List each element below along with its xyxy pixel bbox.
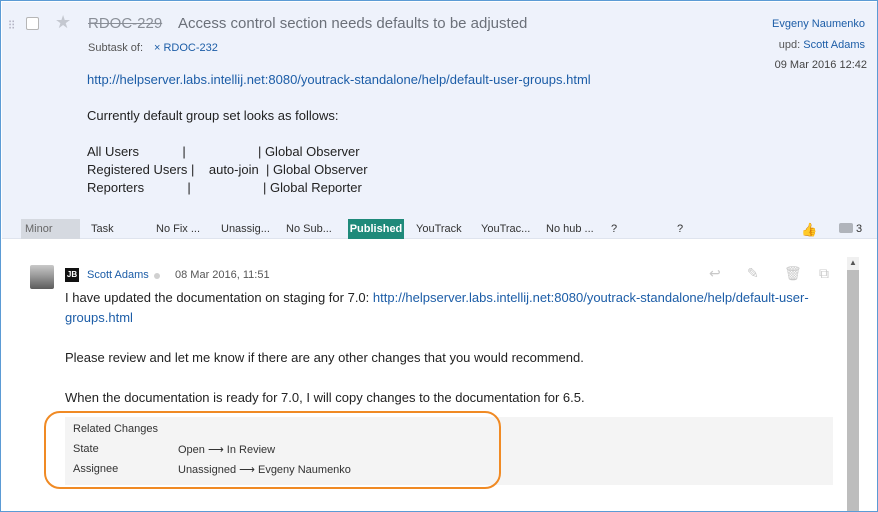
drag-handle-icon[interactable]: ⁝⁝ xyxy=(8,17,15,33)
comments-count: 3 xyxy=(856,223,863,235)
field-product[interactable]: YouTrack xyxy=(416,219,462,239)
comment-bubble-icon xyxy=(839,223,853,233)
online-status-icon xyxy=(154,273,160,279)
thumbs-up-icon[interactable]: 👍 xyxy=(801,222,817,238)
comment-text: I have updated the documentation on stag… xyxy=(65,290,809,305)
issue-date: 09 Mar 2016 12:42 xyxy=(774,59,867,71)
star-icon[interactable]: ★ xyxy=(55,12,71,33)
edit-icon[interactable]: ✎ xyxy=(747,265,759,282)
open-in-new-icon[interactable]: ⧉ xyxy=(819,265,829,282)
comment-author-link[interactable]: Scott Adams xyxy=(87,269,149,281)
highlight-annotation xyxy=(44,411,501,489)
window-frame: ⁝⁝ ★ RDOC-229 Access control section nee… xyxy=(0,0,878,512)
field-state[interactable]: Published xyxy=(348,219,404,239)
comment-date[interactable]: 08 Mar 2016, 11:51 xyxy=(175,269,270,281)
comment-link[interactable]: http://helpserver.labs.intellij.net:8080… xyxy=(373,290,809,305)
description-link[interactable]: http://helpserver.labs.intellij.net:8080… xyxy=(87,72,591,87)
field-unknown-2[interactable]: ? xyxy=(677,219,683,239)
issue-select-checkbox[interactable] xyxy=(26,17,39,30)
updated-by-link[interactable]: Scott Adams xyxy=(803,39,865,51)
parent-issue-link[interactable]: × RDOC-232 xyxy=(154,42,218,54)
field-fix-version[interactable]: No Fix ... xyxy=(156,219,200,239)
avatar[interactable] xyxy=(30,265,54,289)
issue-summary[interactable]: Access control section needs defaults to… xyxy=(178,15,527,32)
comment-text: When the documentation is ready for 7.0,… xyxy=(65,390,585,405)
scroll-up-icon[interactable]: ▲ xyxy=(847,257,859,269)
group-row: Registered Users | auto-join | Global Ob… xyxy=(87,162,368,177)
comment-link-continued[interactable]: groups.html xyxy=(65,310,133,325)
reply-icon[interactable]: ↩ xyxy=(709,265,721,282)
field-unknown-1[interactable]: ? xyxy=(611,219,617,239)
updated-by: upd: Scott Adams xyxy=(779,39,865,51)
issue-fields-bar: Minor Task No Fix ... Unassig... No Sub.… xyxy=(2,219,877,239)
field-priority[interactable]: Minor xyxy=(21,219,80,239)
comment-text: Please review and let me know if there a… xyxy=(65,350,584,365)
group-row: All Users | | Global Observer xyxy=(87,144,360,159)
field-subsystem[interactable]: No Sub... xyxy=(286,219,332,239)
comment-text-prefix: I have updated the documentation on stag… xyxy=(65,290,370,305)
field-type[interactable]: Task xyxy=(91,219,114,239)
comments-counter[interactable]: 3 xyxy=(839,222,862,235)
field-product-version[interactable]: YouTrac... xyxy=(481,219,530,239)
field-hub[interactable]: No hub ... xyxy=(546,219,594,239)
updated-prefix: upd: xyxy=(778,39,801,51)
issue-id[interactable]: RDOC-229 xyxy=(88,15,162,32)
jetbrains-badge-icon: JB xyxy=(65,268,79,282)
reporter-link[interactable]: Evgeny Naumenko xyxy=(772,18,865,30)
scrollbar-thumb[interactable] xyxy=(847,270,859,511)
subtask-label: Subtask of: xyxy=(88,42,144,54)
field-assignee[interactable]: Unassig... xyxy=(221,219,270,239)
description-text: Currently default group set looks as fol… xyxy=(87,108,339,123)
delete-icon[interactable]: 🗑 xyxy=(784,265,802,282)
group-row: Reporters | | Global Reporter xyxy=(87,180,362,195)
